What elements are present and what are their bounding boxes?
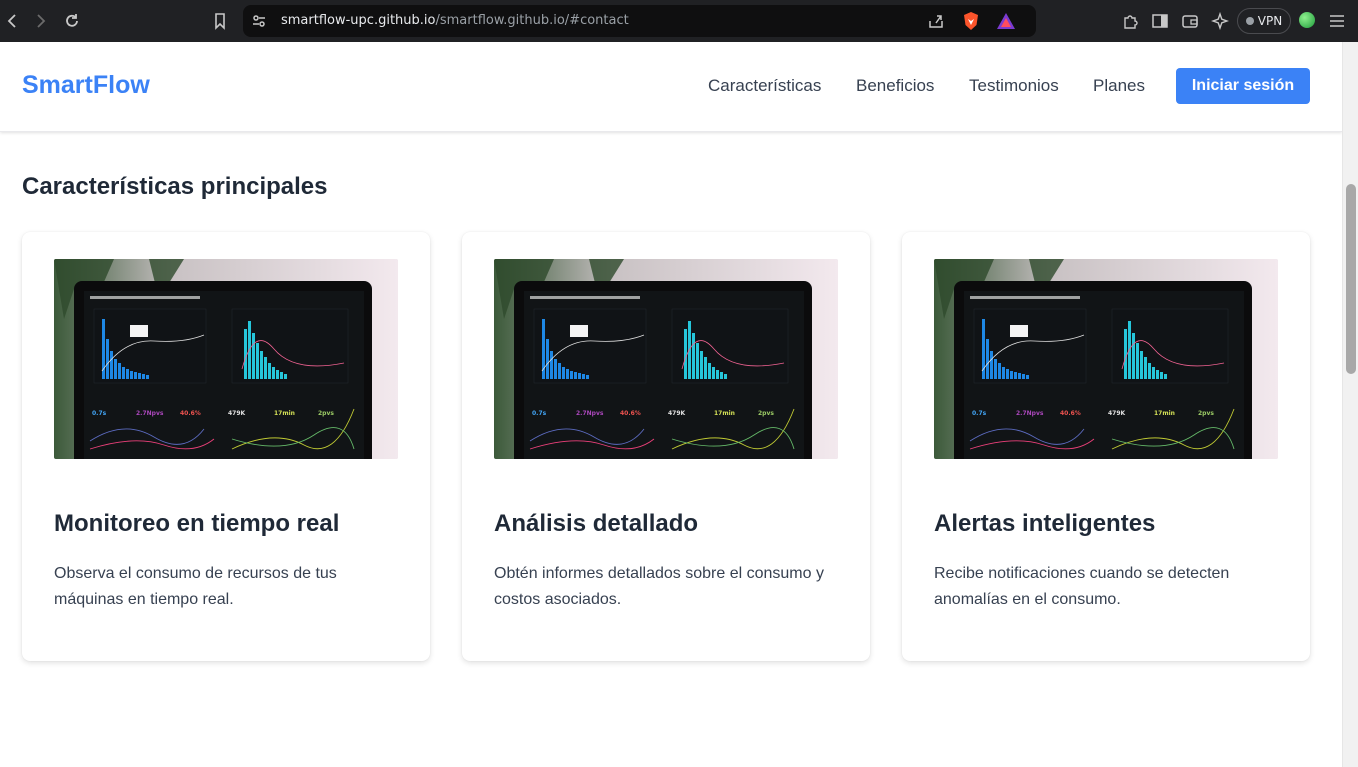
back-icon[interactable]	[2, 11, 22, 31]
url-path: /smartflow.github.io/#contact	[435, 13, 629, 28]
brand-logo[interactable]: SmartFlow	[22, 71, 150, 100]
nav-testimonios[interactable]: Testimonios	[969, 76, 1059, 96]
card-text: Recibe notificaciones cuando se detecten…	[934, 565, 1230, 608]
bookmark-icon[interactable]	[210, 11, 230, 31]
page-scrollbar[interactable]	[1342, 42, 1358, 767]
dashboard-image	[54, 259, 398, 459]
leo-ai-icon[interactable]	[1210, 11, 1230, 31]
nav-beneficios[interactable]: Beneficios	[856, 76, 934, 96]
sidebar-icon[interactable]	[1150, 11, 1170, 31]
url-host: smartflow-upc.github.io	[281, 13, 436, 28]
brave-shields-icon[interactable]	[961, 11, 981, 31]
url-text: smartflow-upc.github.io/smartflow.github…	[281, 13, 629, 28]
vpn-status-icon	[1245, 17, 1254, 25]
feature-card: Monitoreo en tiempo real Observa el cons…	[22, 232, 430, 661]
section-title: Características principales	[22, 173, 328, 200]
share-icon[interactable]	[926, 11, 946, 31]
feature-card: Alertas inteligentes Recibe notificacion…	[902, 232, 1310, 661]
card-title: Alertas inteligentes	[934, 510, 1156, 537]
dashboard-image	[934, 259, 1278, 459]
page-viewport: SmartFlow Características Beneficios Tes…	[0, 42, 1342, 767]
nav-planes[interactable]: Planes	[1093, 76, 1145, 96]
nav-caracteristicas[interactable]: Características	[708, 76, 821, 96]
scrollbar-thumb[interactable]	[1346, 184, 1356, 374]
site-header: SmartFlow Características Beneficios Tes…	[0, 42, 1342, 132]
menu-icon[interactable]	[1327, 11, 1347, 31]
feature-card: Análisis detallado Obtén informes detall…	[462, 232, 870, 661]
wallet-icon[interactable]	[1180, 11, 1200, 31]
card-title: Análisis detallado	[494, 510, 699, 537]
browser-toolbar: smartflow-upc.github.io/smartflow.github…	[0, 0, 1358, 42]
vpn-label: VPN	[1257, 14, 1283, 28]
forward-icon[interactable]	[31, 11, 51, 31]
card-text: Obtén informes detallados sobre el consu…	[494, 565, 824, 608]
card-text: Observa el consumo de recursos de tus má…	[54, 565, 337, 608]
brave-rewards-icon[interactable]	[996, 11, 1016, 31]
reload-icon[interactable]	[62, 11, 82, 31]
card-title: Monitoreo en tiempo real	[54, 510, 340, 537]
vpn-button[interactable]: VPN	[1237, 8, 1291, 34]
dashboard-image	[494, 259, 838, 459]
profile-avatar-icon[interactable]	[1299, 12, 1315, 28]
extensions-icon[interactable]	[1120, 11, 1140, 31]
site-settings-icon[interactable]	[249, 11, 269, 31]
address-bar[interactable]: smartflow-upc.github.io/smartflow.github…	[243, 5, 1036, 37]
login-button[interactable]: Iniciar sesión	[1176, 68, 1310, 104]
